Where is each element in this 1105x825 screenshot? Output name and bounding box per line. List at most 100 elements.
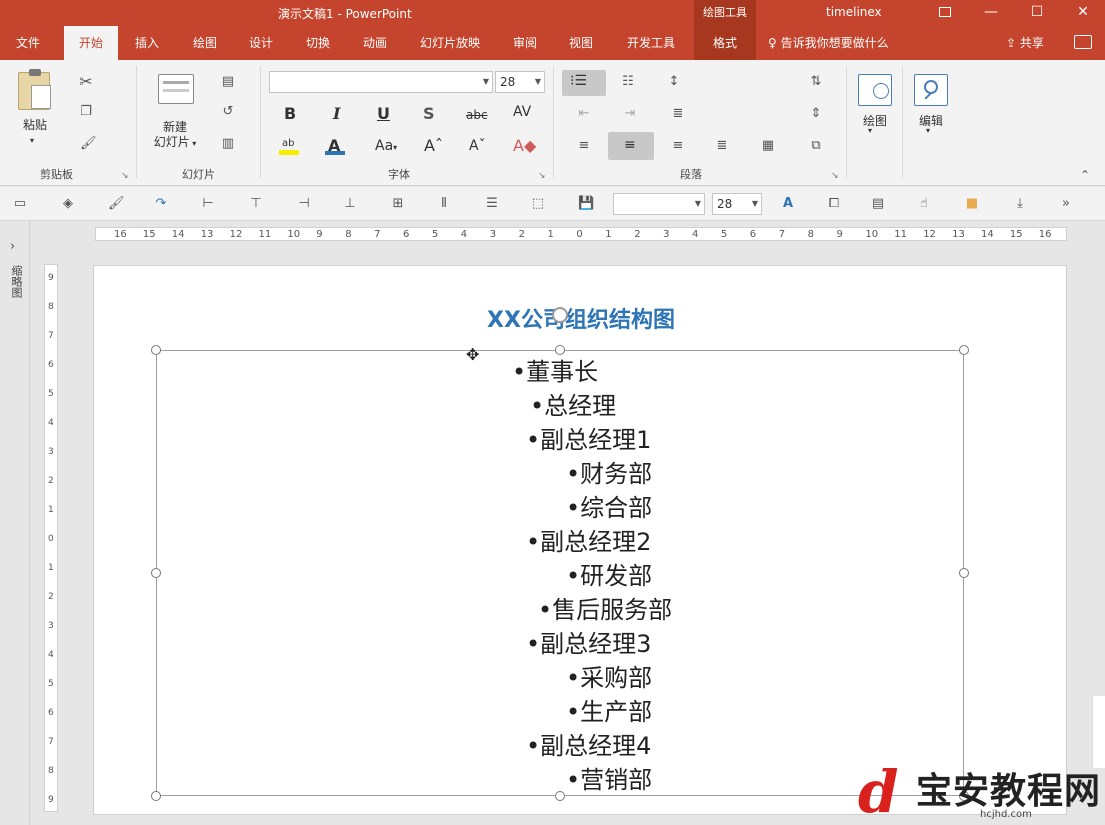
- reset-icon[interactable]: ↺: [220, 104, 236, 120]
- bold-button[interactable]: B: [284, 104, 296, 123]
- line-spacing-icon[interactable]: ↕: [666, 74, 682, 90]
- cut-icon[interactable]: ✂: [78, 74, 94, 90]
- italic-button[interactable]: I: [333, 104, 340, 123]
- outline-item[interactable]: •财务部: [566, 457, 652, 491]
- clear-formatting-icon[interactable]: A◆: [513, 136, 536, 155]
- chevron-down-icon[interactable]: ▾: [868, 126, 872, 135]
- outline-item[interactable]: •副总经理2: [526, 525, 651, 559]
- section-icon[interactable]: ▥: [220, 136, 236, 152]
- maximize-button[interactable]: ☐: [1014, 0, 1060, 26]
- close-button[interactable]: ✕: [1060, 0, 1105, 26]
- align-left-objects-icon[interactable]: ⊢: [200, 196, 216, 212]
- tell-me-box[interactable]: ♀ 告诉我你想要做什么: [768, 26, 889, 60]
- resize-handle[interactable]: [151, 568, 161, 578]
- tab-developer[interactable]: 开发工具: [618, 26, 684, 60]
- tab-draw[interactable]: 绘图: [182, 26, 228, 60]
- outline-item[interactable]: •总经理: [530, 389, 616, 423]
- slide-title[interactable]: XX公司组织结构图: [94, 302, 1068, 334]
- selection-pane-icon[interactable]: ⬚: [530, 196, 546, 212]
- align-right-objects-icon[interactable]: ⊣: [296, 196, 312, 212]
- tab-transitions[interactable]: 切换: [295, 26, 341, 60]
- tab-insert[interactable]: 插入: [124, 26, 170, 60]
- qat-font-size-combo[interactable]: 28 ▼: [712, 193, 762, 215]
- tab-animations[interactable]: 动画: [352, 26, 398, 60]
- save-icon[interactable]: 💾: [578, 196, 594, 212]
- copy-icon[interactable]: ❐: [78, 104, 94, 120]
- drawing-shapes-icon[interactable]: [858, 74, 892, 106]
- font-name-combo[interactable]: ▼: [269, 71, 493, 93]
- text-direction-icon[interactable]: ⇅: [808, 74, 824, 90]
- smartart-convert-icon[interactable]: ⧉: [808, 138, 824, 154]
- slide-canvas[interactable]: XX公司组织结构图 •董事长 •总经理 •副总经理1 •财务部 •综合部 •副总经理2 •研…: [93, 265, 1067, 815]
- expand-pane-icon[interactable]: ›: [10, 239, 15, 254]
- align-center-objects-icon[interactable]: ⊤: [248, 196, 264, 212]
- drawing-button-label[interactable]: 绘图: [860, 112, 890, 129]
- increase-indent-icon[interactable]: ⇥: [622, 106, 638, 122]
- resize-handle[interactable]: [959, 568, 969, 578]
- search-icon[interactable]: [914, 74, 948, 106]
- tab-file[interactable]: 文件: [6, 26, 50, 60]
- shadow-button[interactable]: S: [423, 104, 435, 123]
- justify-icon[interactable]: ≣: [714, 138, 730, 154]
- format-brush-icon[interactable]: 🖌: [108, 196, 125, 212]
- bullets-button[interactable]: ⁝☰: [562, 70, 606, 96]
- character-spacing-button[interactable]: AV: [513, 104, 531, 120]
- layout-icon[interactable]: ▤: [220, 74, 236, 90]
- new-slide-icon[interactable]: [158, 74, 194, 104]
- paste-dropdown-icon[interactable]: ▾: [30, 136, 34, 145]
- tab-slideshow[interactable]: 幻灯片放映: [412, 26, 488, 60]
- download-icon[interactable]: ⤓: [1012, 196, 1028, 212]
- shrink-font-icon[interactable]: Aˇ: [469, 138, 486, 154]
- outline-item[interactable]: •研发部: [566, 559, 652, 593]
- outline-item[interactable]: •售后服务部: [538, 593, 672, 627]
- align-middle-icon[interactable]: ⊞: [390, 196, 406, 212]
- align-center-button[interactable]: ≡: [608, 132, 654, 160]
- outline-item[interactable]: •副总经理1: [526, 423, 651, 457]
- chevron-down-icon[interactable]: ▾: [926, 126, 930, 135]
- vertical-ruler[interactable]: 9 8 7 6 5 4 3 2 1 0 1 2 3 4 5 6 7 8 9: [44, 264, 58, 812]
- tab-design[interactable]: 设计: [238, 26, 284, 60]
- tab-view[interactable]: 视图: [558, 26, 604, 60]
- outline-item[interactable]: •生产部: [566, 695, 652, 729]
- columns-icon[interactable]: ≣: [670, 106, 686, 122]
- new-slide-label-2[interactable]: 幻灯片 ▾: [152, 133, 198, 150]
- qat-format-icon[interactable]: ⧠: [826, 196, 842, 212]
- resize-handle[interactable]: [555, 345, 565, 355]
- minimize-button[interactable]: —: [968, 0, 1014, 26]
- align-text-vertical-icon[interactable]: ⇕: [808, 106, 824, 122]
- resize-handle[interactable]: [151, 345, 161, 355]
- text-placeholder[interactable]: •董事长 •总经理 •副总经理1 •财务部 •综合部 •副总经理2 •研发部 •售后服务部 •副…: [151, 345, 969, 801]
- strikethrough-button[interactable]: abc: [466, 108, 488, 122]
- rotate-handle[interactable]: [552, 307, 568, 323]
- font-color-icon[interactable]: A: [325, 136, 345, 156]
- outline-item[interactable]: •采购部: [566, 661, 652, 695]
- align-text-icon[interactable]: ▦: [760, 138, 776, 154]
- textbox-icon[interactable]: ▭: [12, 196, 28, 212]
- change-case-button[interactable]: Aa▾: [375, 138, 397, 154]
- outline-item[interactable]: •董事长: [512, 355, 598, 389]
- ribbon-display-options-button[interactable]: [922, 0, 968, 26]
- font-launcher-icon[interactable]: ↘: [538, 171, 546, 181]
- distribute-vertical-icon[interactable]: ☰: [484, 196, 500, 212]
- resize-handle[interactable]: [151, 791, 161, 801]
- underline-button[interactable]: U: [377, 104, 390, 123]
- more-commands-icon[interactable]: »: [1058, 196, 1074, 212]
- outline-item[interactable]: •营销部: [566, 763, 652, 797]
- collapse-ribbon-icon[interactable]: ⌃: [1080, 168, 1090, 182]
- distribute-horizontal-icon[interactable]: ⫴: [436, 196, 452, 212]
- share-button[interactable]: ⇪ 共享: [1006, 26, 1044, 60]
- outline-item[interactable]: •副总经理3: [526, 627, 651, 661]
- qat-font-name-combo[interactable]: ▼: [613, 193, 705, 215]
- align-left-icon[interactable]: ≡: [576, 138, 592, 154]
- user-name[interactable]: timelinex: [826, 5, 882, 19]
- paragraph-launcher-icon[interactable]: ↘: [831, 171, 839, 181]
- tab-home[interactable]: 开始: [64, 26, 118, 60]
- resize-handle[interactable]: [959, 345, 969, 355]
- qat-font-color-icon[interactable]: A: [780, 196, 796, 212]
- paste-button-label[interactable]: 粘贴: [20, 116, 50, 133]
- align-right-icon[interactable]: ≡: [670, 138, 686, 154]
- qat-textbox-icon[interactable]: ▤: [870, 196, 886, 212]
- outline-item[interactable]: •综合部: [566, 491, 652, 525]
- paste-icon[interactable]: [18, 69, 51, 110]
- touch-mode-icon[interactable]: ☝: [916, 196, 932, 212]
